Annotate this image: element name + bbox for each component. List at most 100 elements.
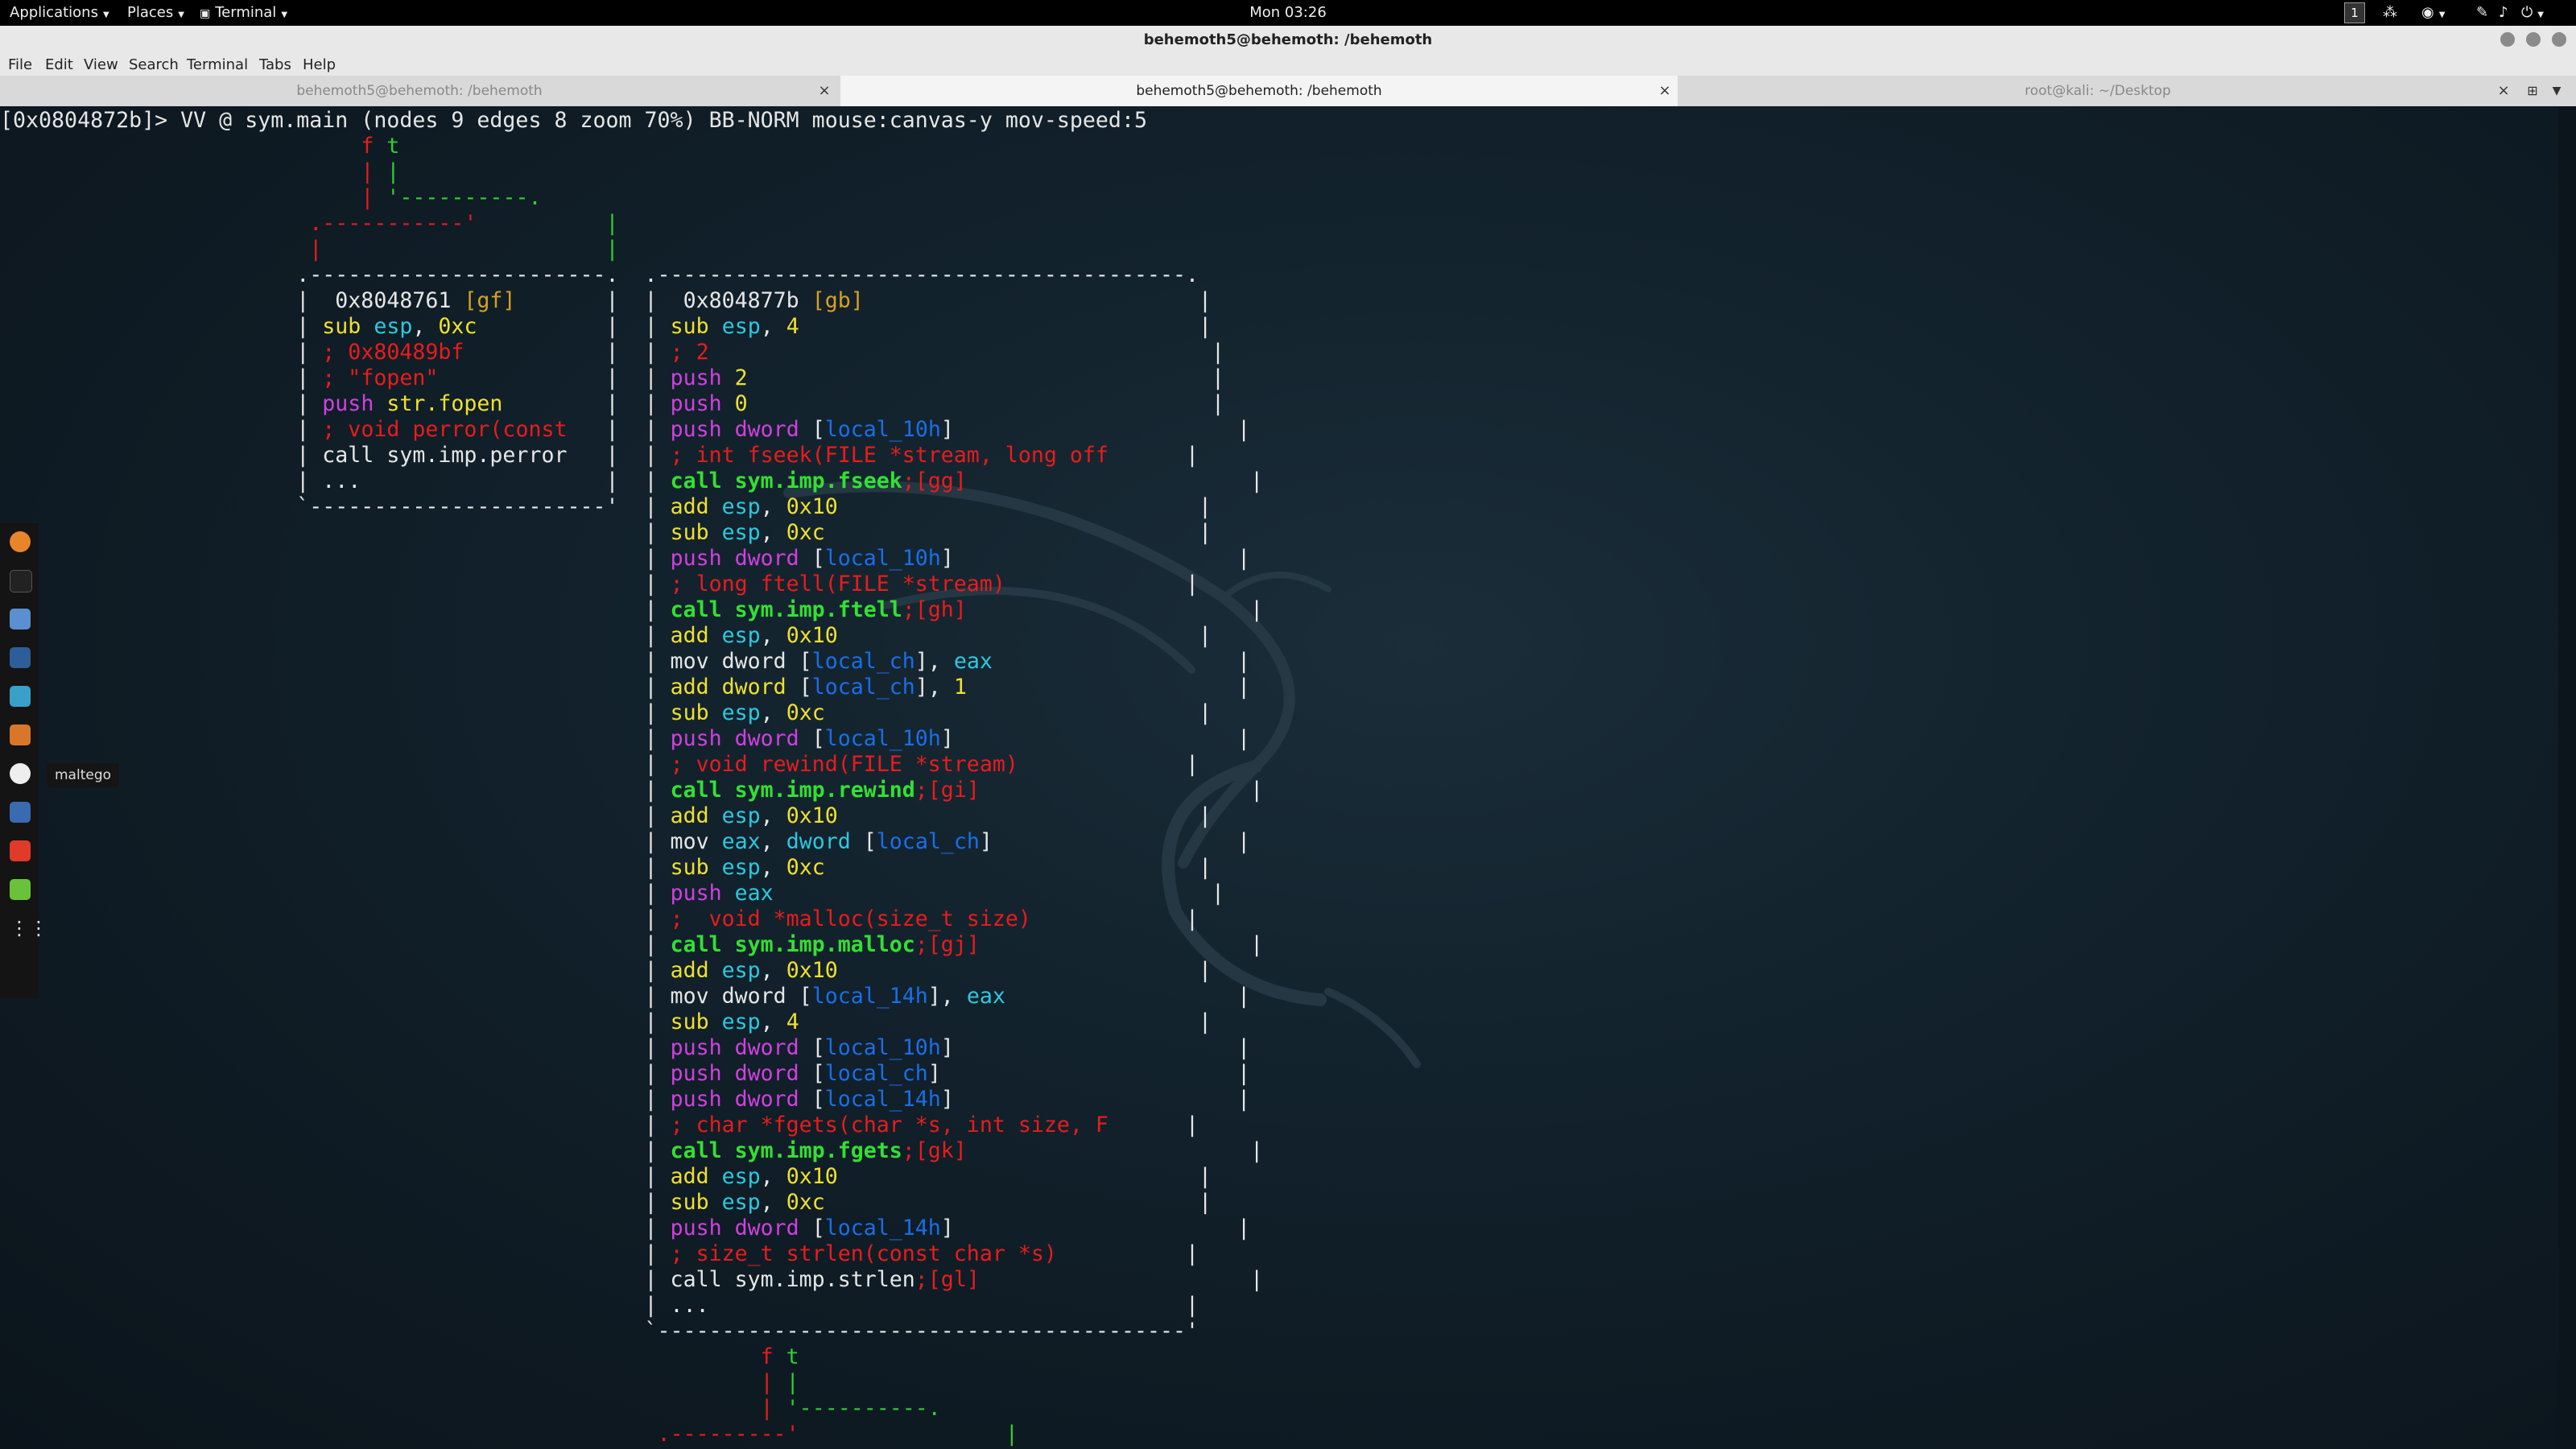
graph-text: |: [1108, 1113, 1199, 1137]
graph-text: local_14h: [811, 984, 928, 1009]
graph-line: | add dword [local_ch], 1 |: [0, 675, 1251, 700]
graph-line: | add esp, 0x10 |: [0, 1164, 1212, 1189]
menu-tabs[interactable]: Tabs: [259, 55, 291, 76]
graph-line: | sub esp, 0xc |: [0, 700, 1212, 725]
window-titlebar[interactable]: behemoth5@behemoth: /behemoth: [0, 26, 2576, 56]
graph-text: 0x10: [786, 803, 838, 828]
tab-root-kali[interactable]: root@kali: ~/Desktop: [1679, 76, 2516, 106]
graph-line: | push str.fopen | | push 0 |: [0, 391, 1224, 416]
menu-terminal[interactable]: Terminal: [187, 55, 248, 76]
places-label: Places: [127, 4, 174, 21]
graph-text: `-----------------------' |: [0, 494, 671, 519]
menu-file[interactable]: File: [8, 55, 32, 76]
graph-text: t: [786, 1344, 799, 1369]
power-icon[interactable]: ⏻ ▼: [2521, 0, 2544, 26]
graph-line: | 0x8048761 [gf] | | 0x804877b [gb] |: [0, 288, 1212, 313]
graph-text: [709, 958, 722, 983]
terminal-scrollbar[interactable]: [2558, 106, 2576, 1449]
terminal-area[interactable]: [0x0804872b]> VV @ sym.main (nodes 9 edg…: [0, 106, 2576, 1449]
graph-text: dword: [734, 1087, 799, 1112]
armitage-icon[interactable]: [10, 686, 31, 707]
graph-text: [: [799, 1035, 825, 1060]
terminal-app-menu[interactable]: ▣ Terminal ▼: [200, 0, 287, 26]
minimize-button[interactable]: [2500, 32, 2515, 47]
maltego-icon[interactable]: [10, 763, 31, 784]
burpsuite-icon[interactable]: [10, 724, 31, 745]
graph-text: |: [953, 726, 1251, 751]
maximize-button[interactable]: [2526, 32, 2541, 47]
menu-search[interactable]: Search: [129, 55, 179, 76]
metasploit-icon[interactable]: [10, 647, 31, 668]
network-icon[interactable]: ⁂: [2383, 0, 2397, 26]
beef-icon[interactable]: [10, 802, 31, 823]
graph-text: [722, 881, 735, 906]
tab-behemoth5-1[interactable]: behemoth5@behemoth: /behemoth: [0, 76, 839, 106]
graph-line: | ; long ftell(FILE *stream) |: [0, 572, 1199, 597]
tab-behemoth5-2[interactable]: behemoth5@behemoth: /behemoth: [840, 76, 1678, 106]
graph-text: f: [760, 1344, 774, 1369]
graph-text: sub: [670, 314, 709, 339]
leafpad-icon[interactable]: [10, 879, 31, 900]
graph-text: ; void perror(const: [322, 417, 568, 442]
graph-text: |: [966, 469, 1264, 493]
graph-line: | |: [0, 159, 399, 184]
volume-icon[interactable]: ♪: [2499, 0, 2508, 26]
graph-text: |: [0, 1190, 671, 1215]
graph-text: |: [824, 1190, 1212, 1215]
menu-edit[interactable]: Edit: [45, 55, 73, 76]
graph-text: |: [979, 778, 1264, 803]
graph-text: |: [992, 649, 1251, 674]
graph-text: call sym.imp.fgets: [670, 1138, 902, 1163]
graph-text: ]: [940, 726, 954, 751]
files-icon[interactable]: [10, 609, 31, 630]
graph-line: .---------' |: [0, 1422, 1018, 1447]
graph-text: 4: [786, 1009, 799, 1034]
window-title: behemoth5@behemoth: /behemoth: [1143, 31, 1433, 48]
menu-help[interactable]: Help: [303, 55, 336, 76]
graph-line: | '----------.: [0, 1396, 941, 1421]
graph-text: add: [670, 675, 709, 700]
tab-close-icon[interactable]: ×: [816, 76, 832, 106]
graph-text: [374, 391, 386, 416]
terminal-icon[interactable]: [10, 570, 32, 592]
graph-text: | |: [567, 417, 671, 442]
graph-text: sub: [322, 314, 361, 339]
firefox-icon[interactable]: [10, 531, 31, 552]
graph-text: ;[gg]: [902, 469, 967, 493]
graph-line: | push eax |: [0, 881, 1225, 906]
faraday-icon[interactable]: [10, 840, 31, 861]
tab-close-icon[interactable]: ×: [1657, 76, 1673, 106]
menu-view[interactable]: View: [84, 55, 118, 76]
graph-text: push: [670, 1035, 722, 1060]
applications-menu[interactable]: Applications ▼: [10, 0, 109, 26]
graph-text: ,: [760, 829, 786, 854]
graph-text: [0, 159, 361, 184]
tab-bar: behemoth5@behemoth: /behemoth × behemoth…: [0, 76, 2576, 107]
terminal-output[interactable]: [0x0804872b]> VV @ sym.main (nodes 9 edg…: [0, 108, 1263, 1447]
graph-text: ,: [760, 1190, 786, 1215]
workspace-indicator[interactable]: 1: [2344, 2, 2365, 23]
graph-text: ,: [760, 855, 786, 880]
new-tab-icon[interactable]: ⊞: [2524, 76, 2541, 106]
graph-text: esp: [721, 958, 761, 983]
tab-list-chevron-icon[interactable]: ▼: [2549, 76, 2565, 106]
graph-text: 0xc: [786, 1190, 825, 1215]
graph-text: push: [670, 365, 722, 390]
pen-icon[interactable]: ✎: [2476, 0, 2488, 26]
graph-text: ,: [760, 520, 786, 545]
show-apps-icon[interactable]: ⋮⋮: [10, 918, 48, 939]
graph-text: |: [0, 314, 323, 339]
graph-text: .-----------------------. .-------------…: [0, 262, 1199, 287]
graph-text: [799, 1422, 1005, 1447]
places-menu[interactable]: Places ▼: [127, 0, 184, 26]
tab-close-icon[interactable]: ×: [2496, 76, 2512, 106]
graph-text: ]: [940, 417, 954, 442]
graph-text: [374, 134, 386, 159]
graph-text: local_ch: [876, 829, 980, 854]
accessibility-icon[interactable]: ◉ ▼: [2421, 0, 2445, 26]
graph-text: dword: [734, 1061, 799, 1086]
clock[interactable]: Mon 03:26: [1249, 4, 1327, 21]
close-window-button[interactable]: [2552, 32, 2566, 47]
graph-text: |: [824, 855, 1212, 880]
graph-text: |: [361, 159, 374, 184]
